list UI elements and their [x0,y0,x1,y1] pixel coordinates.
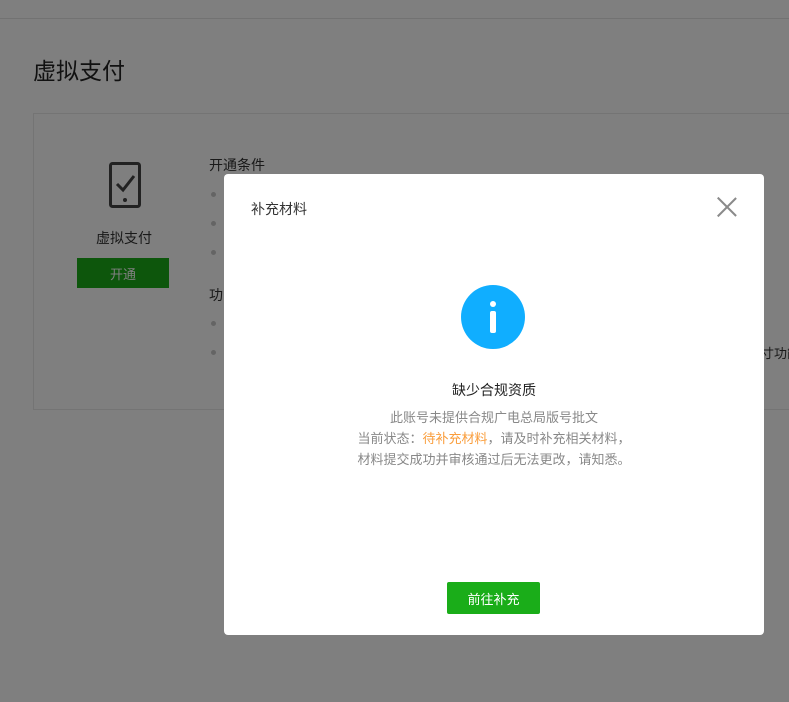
status-label: 当前状态： [357,432,423,447]
message-line-1: 此账号未提供合规广电总局版号批文 [389,411,598,426]
message-line-3: 材料提交成功并审核通过后无法更改，请知悉。 [357,453,631,468]
status-value: 待补充材料 [422,432,488,447]
message-line-2: 当前状态：待补充材料，请及时补充相关材料， [224,430,764,450]
dialog-title: 补充材料 [251,202,307,218]
info-icon [461,285,525,349]
supplement-dialog: 补充材料 缺少合规资质 此账号未提供合规广电总局版号批文 当前状态：待补充材料，… [224,174,764,635]
status-hint: ，请及时补充相关材料， [487,432,631,447]
message-title: 缺少合规资质 [452,383,536,399]
go-supplement-button[interactable]: 前往补充 [447,582,540,614]
close-icon[interactable] [716,196,738,218]
